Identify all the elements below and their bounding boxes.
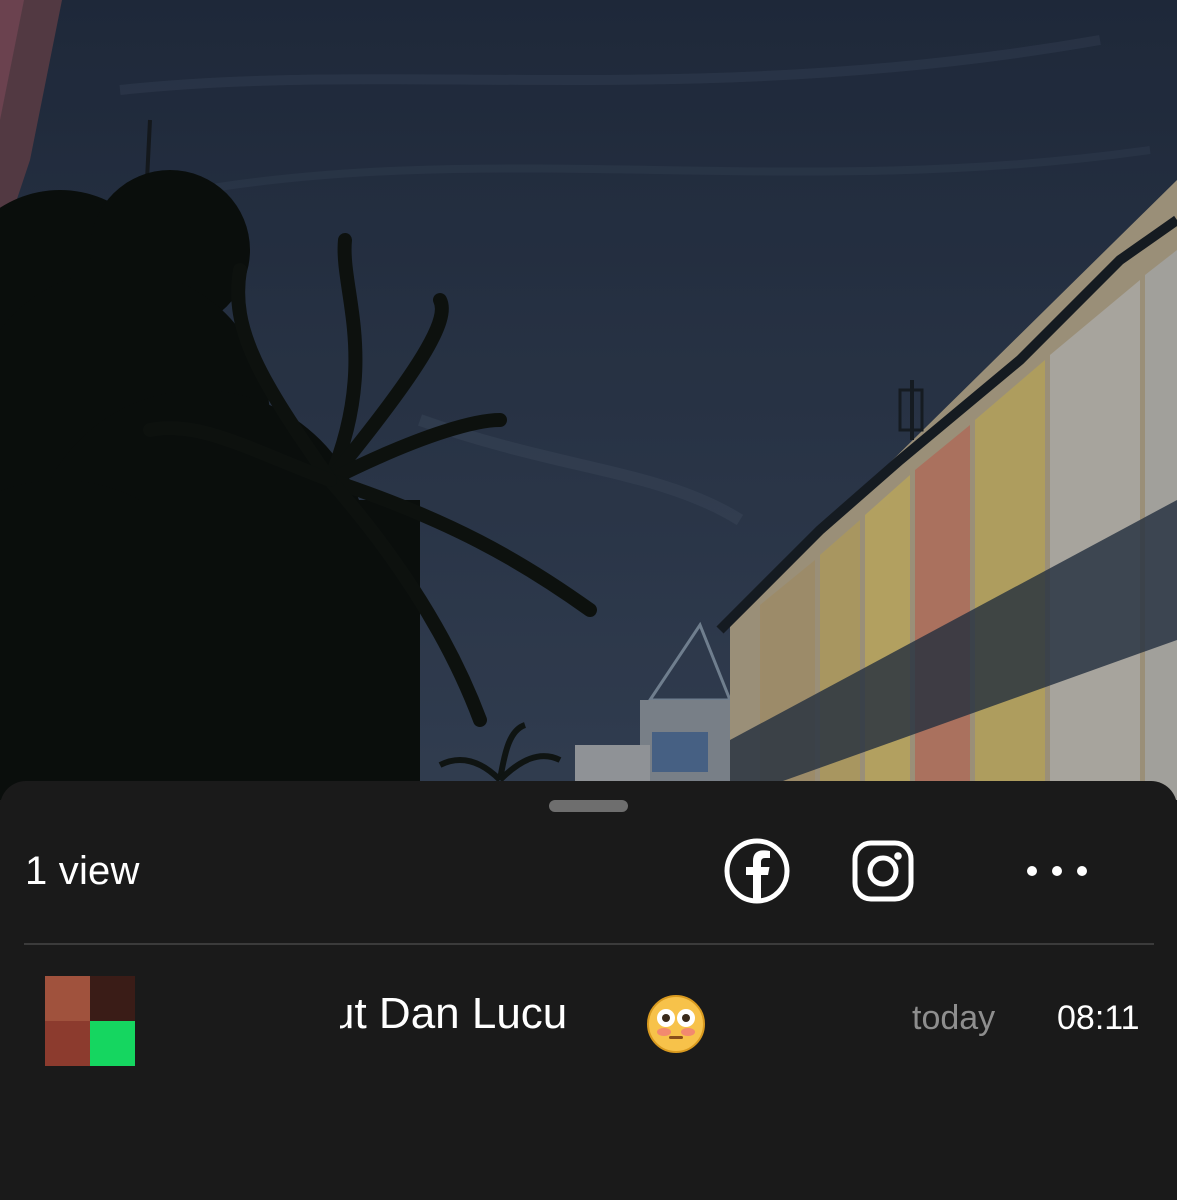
- photo-dim-overlay: [0, 0, 1177, 800]
- more-horizontal-icon: [1027, 866, 1087, 876]
- facebook-icon: [724, 838, 790, 904]
- story-photo: [0, 0, 1177, 800]
- story-viewers-screen: 1 view ut Dan Lucu today 08:11: [0, 0, 1177, 1200]
- avatar[interactable]: [45, 976, 135, 1066]
- view-time: 08:11: [1057, 999, 1140, 1037]
- viewers-sheet: 1 view ut Dan Lucu today 08:11: [0, 781, 1177, 1200]
- flushed-face-emoji: [647, 995, 705, 1053]
- instagram-icon: [852, 840, 914, 902]
- instagram-share-button[interactable]: [849, 837, 917, 905]
- view-day: today: [912, 999, 996, 1037]
- avatar-pixel: [90, 976, 135, 1021]
- avatar-pixel: [45, 976, 90, 1021]
- viewer-name: ut Dan Lucu: [340, 989, 568, 1038]
- avatar-pixel: [90, 1021, 135, 1066]
- viewer-list-item[interactable]: ut Dan Lucu 😳 today 08:11: [0, 956, 1177, 1076]
- avatar-pixel: [45, 1021, 90, 1066]
- facebook-share-button[interactable]: [723, 837, 791, 905]
- sheet-divider: [24, 943, 1154, 945]
- more-options-button[interactable]: [1022, 837, 1092, 905]
- sheet-grabber[interactable]: [549, 800, 628, 812]
- view-count: 1 view: [25, 849, 140, 893]
